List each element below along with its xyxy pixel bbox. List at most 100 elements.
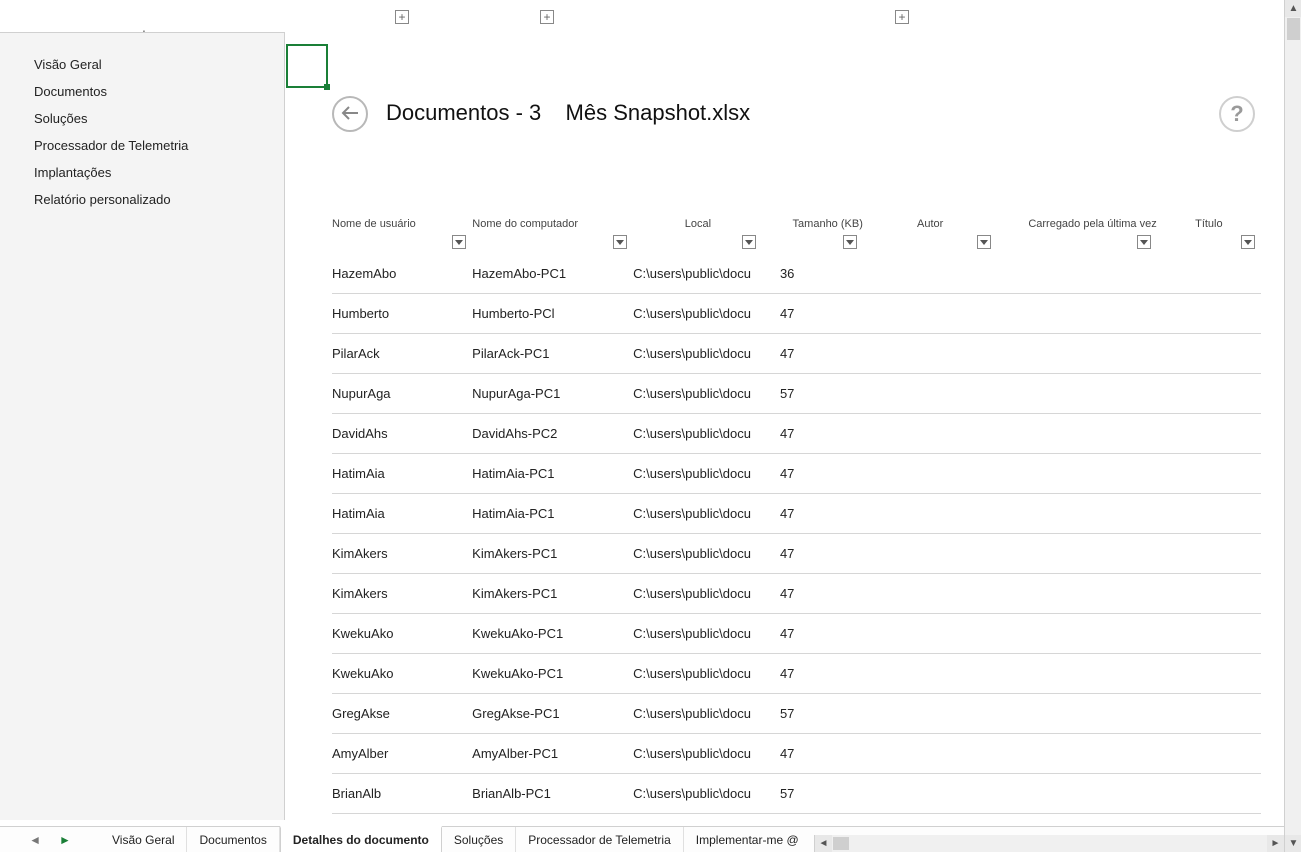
tab-overview[interactable]: Visão Geral: [100, 827, 187, 852]
cell-computer: HatimAia-PC1: [472, 506, 633, 521]
filter-dropdown-local[interactable]: [742, 235, 756, 249]
sheet-nav-arrows: ◄ ►: [0, 827, 100, 852]
tab-label: Implementar-me @: [696, 833, 799, 847]
hscroll-thumb[interactable]: [833, 837, 849, 850]
table-row[interactable]: HatimAiaHatimAia-PC1C:\users\public\docu…: [332, 454, 1261, 494]
title-prefix: Documentos - 3: [386, 100, 541, 125]
sidebar-item-telemetry[interactable]: Processador de Telemetria: [0, 132, 284, 159]
tab-implement-me[interactable]: Implementar-me @: [684, 827, 811, 852]
cell-computer: HazemAbo-PC1: [472, 266, 633, 281]
table-row[interactable]: KwekuAkoKwekuAko-PC1C:\users\public\docu…: [332, 654, 1261, 694]
cell-local: C:\users\public\docu: [633, 306, 762, 321]
hscroll-left-button[interactable]: ◄: [815, 835, 832, 852]
cell-size: 47: [762, 466, 863, 481]
table-row[interactable]: PilarAckPilarAck-PC1C:\users\public\docu…: [332, 334, 1261, 374]
cell-user: KwekuAko: [332, 666, 472, 681]
table-row[interactable]: AmyAlberAmyAlber-PC1C:\users\public\docu…: [332, 734, 1261, 774]
table-row[interactable]: DavidAhsDavidAhs-PC2C:\users\public\docu…: [332, 414, 1261, 454]
sidebar-item-deployments[interactable]: Implantações: [0, 159, 284, 186]
col-header-computer: Nome do computador: [472, 218, 578, 230]
table-row[interactable]: HazemAboHazemAbo-PC1C:\users\public\docu…: [332, 254, 1261, 294]
cell-computer: Humberto-PCl: [472, 306, 633, 321]
sheet-nav-prev[interactable]: ◄: [29, 833, 41, 847]
sheet-nav-next[interactable]: ►: [59, 833, 71, 847]
cell-computer: PilarAck-PC1: [472, 346, 633, 361]
tab-document-details[interactable]: Detalhes do documento: [280, 826, 442, 852]
table-row[interactable]: HumbertoHumberto-PClC:\users\public\docu…: [332, 294, 1261, 334]
filter-dropdown-author[interactable]: [977, 235, 991, 249]
scroll-down-button[interactable]: ▼: [1285, 835, 1301, 852]
cell-local: C:\users\public\docu: [633, 386, 762, 401]
table-header-row: Nome de usuário Nome do computador Local…: [332, 206, 1261, 230]
title-filename: Mês Snapshot.xlsx: [566, 100, 751, 125]
page-title: Documentos - 3 Mês Snapshot.xlsx: [386, 100, 750, 126]
hscroll-right-button[interactable]: ►: [1267, 835, 1284, 852]
filter-dropdown-title[interactable]: [1241, 235, 1255, 249]
table-body: HazemAboHazemAbo-PC1C:\users\public\docu…: [332, 254, 1261, 852]
vertical-scrollbar[interactable]: ▲ ▼: [1284, 0, 1301, 852]
cell-computer: KwekuAko-PC1: [472, 626, 633, 641]
sidebar-item-solutions[interactable]: Soluções: [0, 105, 284, 132]
cell-user: HatimAia: [332, 506, 472, 521]
cell-computer: AmyAlber-PC1: [472, 746, 633, 761]
filter-dropdown-loaded[interactable]: [1137, 235, 1151, 249]
cell-computer: KimAkers-PC1: [472, 546, 633, 561]
cell-user: AmyAlber: [332, 746, 472, 761]
cell-local: C:\users\public\docu: [633, 506, 762, 521]
horizontal-scrollbar[interactable]: ◄ ►: [814, 835, 1284, 852]
cell-local: C:\users\public\docu: [633, 346, 762, 361]
cell-local: C:\users\public\docu: [633, 786, 762, 801]
sidebar-item-custom-report[interactable]: Relatório personalizado: [0, 186, 284, 213]
cell-size: 47: [762, 506, 863, 521]
sidebar-item-label: Implantações: [34, 165, 111, 180]
cell-user: Humberto: [332, 306, 472, 321]
cell-local: C:\users\public\docu: [633, 706, 762, 721]
col-header-author: Autor: [917, 218, 943, 230]
sidebar-item-documents[interactable]: Documentos: [0, 78, 284, 105]
cell-user: KimAkers: [332, 546, 472, 561]
cell-user: PilarAck: [332, 346, 472, 361]
table-row[interactable]: GregAkseGregAkse-PC1C:\users\public\docu…: [332, 694, 1261, 734]
help-button[interactable]: ?: [1219, 96, 1255, 132]
selected-cell-indicator[interactable]: [286, 44, 328, 88]
table-row[interactable]: HatimAiaHatimAia-PC1C:\users\public\docu…: [332, 494, 1261, 534]
outline-expand-button-2[interactable]: +: [540, 10, 554, 24]
question-icon: ?: [1230, 101, 1243, 127]
col-header-local: Local: [633, 218, 762, 230]
filter-dropdown-computer[interactable]: [613, 235, 627, 249]
scroll-up-button[interactable]: ▲: [1285, 0, 1301, 17]
sidebar-item-overview[interactable]: Visão Geral: [0, 51, 284, 78]
cell-local: C:\users\public\docu: [633, 586, 762, 601]
cell-computer: HatimAia-PC1: [472, 466, 633, 481]
scroll-thumb[interactable]: [1287, 18, 1300, 40]
nav-sidebar: . Visão Geral Documentos Soluções Proces…: [0, 32, 285, 820]
sidebar-item-label: Soluções: [34, 111, 87, 126]
table-row[interactable]: KimAkersKimAkers-PC1C:\users\public\docu…: [332, 534, 1261, 574]
cell-local: C:\users\public\docu: [633, 546, 762, 561]
table-row[interactable]: NupurAgaNupurAga-PC1C:\users\public\docu…: [332, 374, 1261, 414]
table-row[interactable]: BrianAlbBrianAlb-PC1C:\users\public\docu…: [332, 774, 1261, 814]
cell-user: HatimAia: [332, 466, 472, 481]
back-button[interactable]: [332, 96, 368, 132]
col-header-loaded: Carregado pela última vez: [1028, 218, 1156, 230]
cell-size: 47: [762, 746, 863, 761]
filter-dropdown-size[interactable]: [843, 235, 857, 249]
table-row[interactable]: KimAkersKimAkers-PC1C:\users\public\docu…: [332, 574, 1261, 614]
sidebar-item-label: Processador de Telemetria: [34, 138, 188, 153]
cell-computer: DavidAhs-PC2: [472, 426, 633, 441]
cell-computer: GregAkse-PC1: [472, 706, 633, 721]
cell-size: 47: [762, 626, 863, 641]
outline-expand-button-3[interactable]: +: [895, 10, 909, 24]
tab-telemetry-processor[interactable]: Processador de Telemetria: [516, 827, 684, 852]
filter-dropdown-user[interactable]: [452, 235, 466, 249]
cell-size: 57: [762, 706, 863, 721]
table-row[interactable]: KwekuAkoKwekuAko-PC1C:\users\public\docu…: [332, 614, 1261, 654]
tab-label: Soluções: [454, 833, 503, 847]
outline-expand-button-1[interactable]: +: [395, 10, 409, 24]
tab-documents[interactable]: Documentos: [187, 827, 279, 852]
col-header-user: Nome de usuário: [332, 218, 416, 230]
tab-solutions[interactable]: Soluções: [442, 827, 516, 852]
cell-size: 36: [762, 266, 863, 281]
cell-user: DavidAhs: [332, 426, 472, 441]
cell-size: 47: [762, 546, 863, 561]
